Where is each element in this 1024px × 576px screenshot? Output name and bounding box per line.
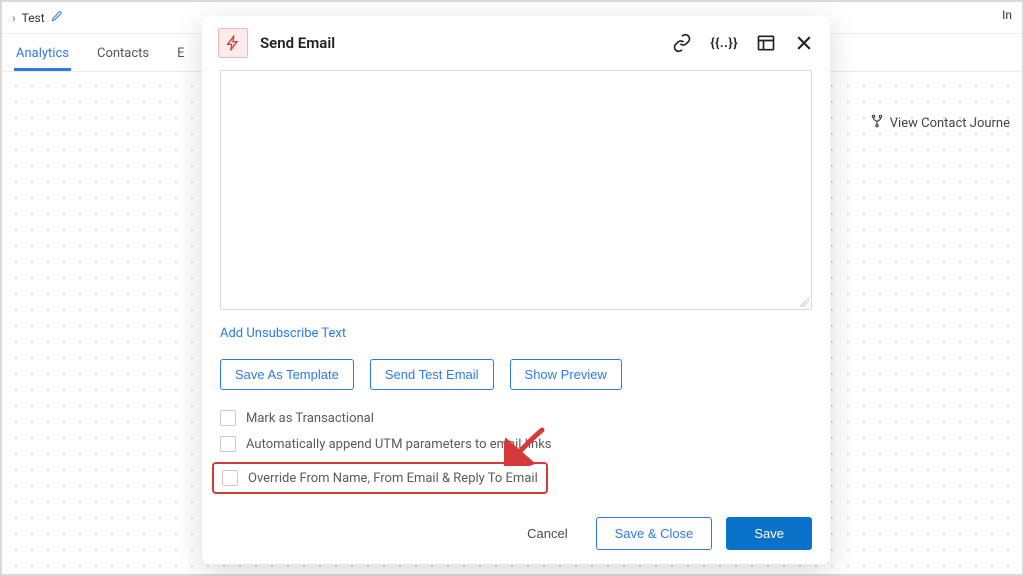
save-button[interactable]: Save [726, 517, 812, 550]
bolt-icon [218, 28, 248, 58]
modal-footer: Cancel Save & Close Save [202, 503, 830, 564]
journey-label: View Contact Journe [890, 116, 1010, 131]
tab-contacts[interactable]: Contacts [97, 46, 149, 71]
save-close-button[interactable]: Save & Close [596, 517, 713, 550]
send-test-email-button[interactable]: Send Test Email [370, 359, 494, 390]
check-label: Mark as Transactional [246, 411, 374, 426]
show-preview-button[interactable]: Show Preview [510, 359, 622, 390]
mark-transactional-row[interactable]: Mark as Transactional [220, 410, 812, 426]
checkbox[interactable] [220, 410, 236, 426]
cancel-button[interactable]: Cancel [513, 517, 581, 550]
view-contact-journey-link[interactable]: View Contact Journe [870, 114, 1010, 132]
save-as-template-button[interactable]: Save As Template [220, 359, 354, 390]
link-icon[interactable] [672, 33, 692, 53]
checkbox[interactable] [222, 470, 238, 486]
tab-emails[interactable]: E [177, 46, 184, 71]
fork-icon [870, 114, 884, 132]
send-email-modal: Send Email {{..}} Add Unsubscribe Text S… [202, 16, 830, 564]
modal-title: Send Email [260, 34, 335, 52]
chevron-right-icon: › [12, 11, 16, 25]
check-label: Override From Name, From Email & Reply T… [248, 471, 538, 486]
add-unsubscribe-link[interactable]: Add Unsubscribe Text [220, 326, 812, 341]
template-icon[interactable] [756, 33, 776, 53]
append-utm-row[interactable]: Automatically append UTM parameters to e… [220, 436, 812, 452]
modal-header: Send Email {{..}} [202, 16, 830, 70]
pencil-icon[interactable] [51, 10, 63, 25]
checkbox[interactable] [220, 436, 236, 452]
email-body-textarea[interactable] [220, 70, 812, 310]
check-label: Automatically append UTM parameters to e… [246, 437, 552, 452]
topright-label: In [1002, 8, 1012, 22]
breadcrumb-title[interactable]: Test [22, 11, 45, 25]
override-from-row[interactable]: Override From Name, From Email & Reply T… [222, 470, 538, 486]
close-icon[interactable] [794, 33, 814, 53]
modal-body: Add Unsubscribe Text Save As Template Se… [202, 70, 830, 503]
tab-analytics[interactable]: Analytics [16, 46, 69, 71]
tokens-button[interactable]: {{..}} [710, 36, 738, 51]
